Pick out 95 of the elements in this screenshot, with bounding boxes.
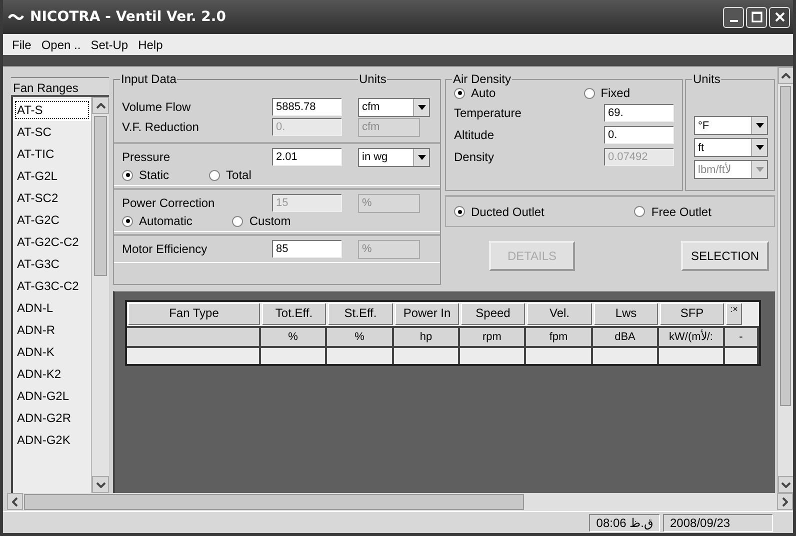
input-field[interactable]: 85 <box>272 240 342 258</box>
dropdown-arrow-icon[interactable] <box>418 104 426 110</box>
input-field[interactable]: 69. <box>604 104 674 122</box>
list-item[interactable]: ADN-K2 <box>13 363 91 385</box>
menu-item[interactable]: File <box>7 38 36 52</box>
column-header[interactable]: St.Eff. <box>328 303 393 325</box>
list-item[interactable]: ADN-L <box>13 297 91 319</box>
status-time: 08:06 ق.ظ <box>589 514 660 532</box>
column-header[interactable]: Fan Type <box>128 303 260 325</box>
dropdown[interactable]: °F <box>694 116 768 135</box>
list-item[interactable]: AT-S <box>13 99 91 121</box>
radio-label: Total <box>226 168 252 182</box>
maximize-icon <box>748 9 764 25</box>
radio-button[interactable] <box>122 170 133 180</box>
unit-label: kW/(mﻷ/: <box>669 331 713 343</box>
radio-button[interactable] <box>454 206 465 217</box>
unit-label: hp <box>420 331 432 343</box>
unit-field: % <box>358 194 420 212</box>
column-header[interactable]: Speed <box>461 303 525 325</box>
list-item[interactable]: ADN-G2K <box>13 429 91 451</box>
horizontal-scrollbar[interactable] <box>7 493 793 511</box>
vertical-scrollbar[interactable] <box>91 97 109 493</box>
list-item[interactable]: AT-SC2 <box>13 187 91 209</box>
column-header[interactable]: Power In <box>395 303 459 325</box>
list-item[interactable]: AT-G3C <box>13 253 91 275</box>
radio-button[interactable] <box>634 206 646 217</box>
dropdown-arrow-icon[interactable] <box>756 123 764 128</box>
radio-label: Static <box>139 168 170 182</box>
input-field[interactable]: 0. <box>604 126 674 144</box>
unit-label: dBA <box>614 331 636 343</box>
unit-label: % <box>354 331 364 343</box>
input-field[interactable]: 2.01 <box>272 148 342 166</box>
status-date: 2008/09/23 <box>663 514 773 532</box>
minimize-icon <box>730 20 738 22</box>
radio-label: Ducted Outlet <box>471 204 544 218</box>
unit-field: % <box>358 240 420 258</box>
list-item[interactable]: ADN-R <box>13 319 91 341</box>
radio-label: Auto <box>471 86 496 100</box>
list-item[interactable]: AT-TIC <box>13 143 91 165</box>
dropdown-arrow-icon[interactable] <box>756 145 764 150</box>
maximize-button[interactable] <box>746 6 767 28</box>
group-title: Air Density <box>452 73 512 86</box>
dropdown[interactable]: ft <box>694 138 768 157</box>
radio-button[interactable] <box>232 216 244 226</box>
radio-label: Automatic <box>139 214 192 228</box>
field-label: V.F. Reduction <box>122 120 200 134</box>
wave-icon <box>8 12 24 22</box>
column-header[interactable]: :× <box>726 303 742 325</box>
window-title: NICOTRA - Ventil Ver. 2.0 <box>30 9 227 25</box>
radio-label: Custom <box>249 214 291 228</box>
dropdown-arrow-icon[interactable] <box>418 154 426 160</box>
list-item[interactable]: AT-SC <box>13 121 91 143</box>
radio-button[interactable] <box>454 88 465 98</box>
minimize-button[interactable] <box>723 6 744 28</box>
radio-label: Fixed <box>600 86 630 100</box>
field-label: Pressure <box>122 150 172 164</box>
field-label: Altitude <box>454 128 496 142</box>
field-label: Motor Efficiency <box>122 242 208 256</box>
list-item[interactable]: ADN-G2R <box>13 407 91 429</box>
unit-label: - <box>739 331 743 343</box>
input-field[interactable]: 5885.78 <box>272 98 342 116</box>
menu-item[interactable]: Open .. <box>36 38 86 52</box>
vertical-scrollbar[interactable] <box>777 67 793 493</box>
radio-label: Free Outlet <box>651 204 712 218</box>
list-item[interactable]: AT-G3C-C2 <box>13 275 91 297</box>
push-button[interactable]: SELECTION <box>680 241 769 271</box>
list-item[interactable]: AT-G2C-C2 <box>13 231 91 253</box>
menu-item[interactable]: Help <box>133 38 168 52</box>
list-item[interactable]: ADN-G2L <box>13 385 91 407</box>
field-label: Density <box>454 150 496 164</box>
group-title: Units <box>692 73 722 86</box>
list-item[interactable]: AT-G2L <box>13 165 91 187</box>
unit-label: % <box>288 331 298 343</box>
column-header[interactable]: SFP <box>660 303 724 325</box>
unit-label: rpm <box>482 331 502 343</box>
dropdown[interactable]: cfm <box>358 98 430 116</box>
menu-item[interactable]: Set-Up <box>86 38 134 52</box>
radio-button[interactable] <box>122 216 133 226</box>
field-label: Volume Flow <box>122 100 192 114</box>
column-header[interactable]: Vel. <box>527 303 592 325</box>
dropdown[interactable]: in wg <box>358 148 430 166</box>
column-header[interactable]: Lws <box>594 303 658 325</box>
list-item[interactable]: ADN-K <box>13 341 91 363</box>
list-item[interactable]: AT-G2C <box>13 209 91 231</box>
group-title: Units <box>358 73 388 86</box>
column-header[interactable]: Tot.Eff. <box>262 303 326 325</box>
field-label: Temperature <box>454 106 522 120</box>
unit-label: fpm <box>549 331 568 343</box>
list-header: Fan Ranges <box>11 77 109 97</box>
unit-field: cfm <box>358 118 420 136</box>
group-title: Input Data <box>120 73 178 86</box>
radio-button[interactable] <box>209 170 220 180</box>
close-button[interactable] <box>769 6 790 28</box>
radio-button[interactable] <box>584 88 595 98</box>
field-label: Power Correction <box>122 196 216 210</box>
